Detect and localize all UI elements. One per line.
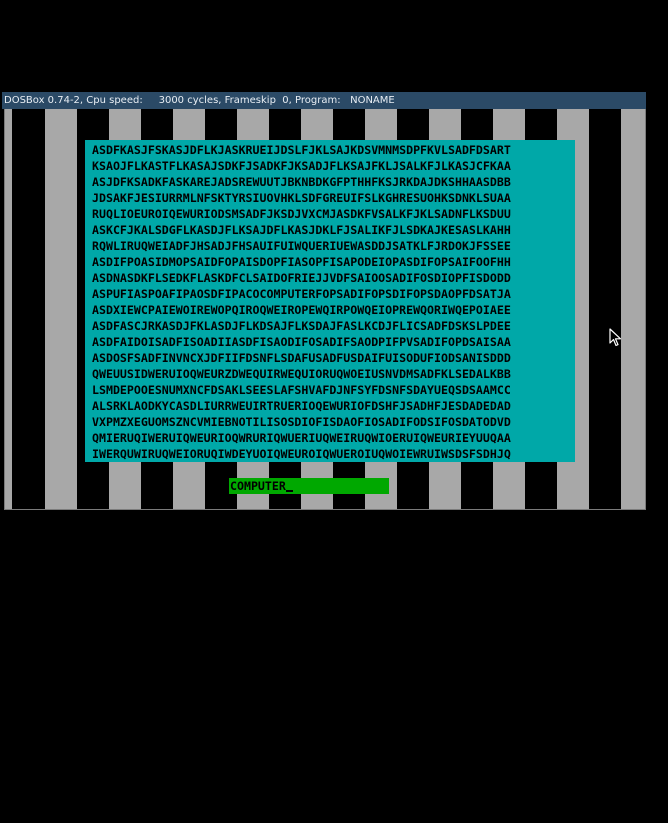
grid-row: LSMDEPOOESNUMXNCFDSAKLSEESLAFSHVAFDJNFSY…: [92, 383, 511, 397]
mouse-pointer-icon: [609, 328, 622, 347]
grid-row: ASDFAIDOISADFISOADIIASDFISAODIFOSADIFSAO…: [92, 335, 511, 349]
word-input-field[interactable]: COMPUTER: [229, 478, 389, 494]
grid-row: VXPMZXEGUOMSZNCVMIEBNOTILISOSDIOFISDAOFI…: [92, 415, 511, 429]
grid-row: JDSAKFJESIURRMLNFSKTYRSIUOVHKLSDFGREUIFS…: [92, 191, 511, 205]
grid-row: ALSRKLAODKYCASDLIURRWEUIRTRUERIOQEWURIOF…: [92, 399, 511, 413]
background-stripe: [5, 109, 12, 509]
background-stripe: [621, 109, 645, 509]
dos-screen[interactable]: ASDFKASJFSKASJDFLKJASKRUEIJDSLFJKLSAJKDS…: [4, 109, 646, 510]
grid-row: ASDFKASJFSKASJDFLKJASKRUEIJDSLFJKLSAJKDS…: [92, 143, 511, 157]
word-input-text: COMPUTER: [230, 478, 293, 494]
background-stripe: [45, 109, 77, 509]
text-cursor: [285, 490, 293, 492]
grid-row: ASKCFJKALSDGFLKASDJFLKSAJDFLKASJDKLFJSAL…: [92, 223, 511, 237]
grid-row: RQWLIRUQWEIADFJHSADJFHSAUIFUIWQUERIUEWAS…: [92, 239, 511, 253]
grid-row: RUQLIOEUROIQEWURIODSMSADFJKSDJVXCMJASDKF…: [92, 207, 511, 221]
grid-row: ASDOSFSADFINVNCXJDFIIFDSNFLSDAFUSADFUSDA…: [92, 351, 511, 365]
grid-row: QMIERUQIWERUIQWEURIOQWRURIQWUERIUQWEIRUQ…: [92, 431, 511, 445]
dosbox-window[interactable]: DOSBox 0.74-2, Cpu speed: 3000 cycles, F…: [2, 92, 646, 512]
grid-row: ASDXIEWCPAIEWOIREWOPQIROQWEIROPEWQIRPOWQ…: [92, 303, 511, 317]
grid-row: ASJDFKSADKFASKAREJADSREWUUTJBKNBDKGFPTHH…: [92, 175, 511, 189]
grid-row: QWEUUSIDWERUIOQWEURZDWEQUIRWEQUIORUQWOEI…: [92, 367, 511, 381]
grid-row: KSAOJFLKASTFLKASAJSDKFJSADKFJKSADJFLKSAJ…: [92, 159, 511, 173]
grid-row: ASDFASCJRKASDJFKLASDJFLKDSAJFLKSDAJFASLK…: [92, 319, 511, 333]
grid-row: IWERQUWIRUQWEIORUQIWDEYUOIQWEUROIQWUEROI…: [92, 447, 511, 461]
window-title[interactable]: DOSBox 0.74-2, Cpu speed: 3000 cycles, F…: [2, 92, 646, 109]
word-search-grid: ASDFKASJFSKASJDFLKJASKRUEIJDSLFJKLSAJKDS…: [85, 140, 575, 462]
grid-row: ASDNASDKFLSEDKFLASKDFCLSAIDOFRIEJJVDFSAI…: [92, 271, 511, 285]
grid-row: ASDIFPOASIDMOPSAIDFOPAISDOPFIASOPFISAPOD…: [92, 255, 511, 269]
grid-row: ASPUFIASPOAFIPAOSDFIPACOCOMPUTERFOPSADIF…: [92, 287, 511, 301]
